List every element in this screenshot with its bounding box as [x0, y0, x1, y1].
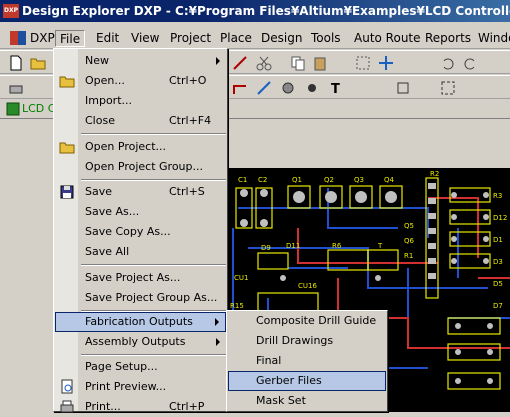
open-folder-icon [59, 76, 75, 88]
pcb-designator-label: C1 [238, 176, 247, 184]
file-menu-new[interactable]: New [55, 51, 226, 71]
file-menu-open[interactable]: Open... Ctrl+O [55, 71, 226, 91]
file-menu-import[interactable]: Import... [55, 91, 226, 111]
submenu-composite-drill-guide[interactable]: Composite Drill Guide [228, 311, 386, 331]
pcb-designator-label: D7 [493, 302, 503, 310]
redo-icon[interactable] [462, 55, 478, 71]
dxp-app-icon: DXP [3, 4, 19, 18]
file-menu-fabrication-outputs[interactable]: Fabrication Outputs [55, 312, 226, 332]
printer-icon [60, 400, 74, 413]
pcb-designator-label: D5 [493, 280, 503, 288]
pcb-designator-label: Q6 [404, 237, 415, 245]
menu-window[interactable]: Window [474, 30, 510, 47]
cut-icon[interactable] [256, 55, 272, 71]
pcb-designator-label: CU16 [298, 282, 317, 290]
place-line-icon[interactable] [256, 80, 272, 96]
window-title: Design Explorer DXP - C:¥Program Files¥A… [22, 4, 510, 18]
pcb-designator-label: Q2 [324, 176, 334, 184]
menu-tools[interactable]: Tools [307, 30, 345, 47]
paste-icon[interactable] [312, 55, 328, 71]
submenu-final[interactable]: Final [228, 351, 386, 371]
menu-bar: DXP File Edit View Project Place Design … [0, 27, 510, 49]
file-menu-print-preview[interactable]: Print Preview... [55, 377, 226, 397]
pcb-designator-label: D3 [493, 258, 503, 266]
select-icon[interactable] [355, 55, 371, 71]
pcb-designator-label: R3 [493, 192, 502, 200]
pcb-designator-label: Q1 [292, 176, 302, 184]
open-project-icon [59, 142, 75, 154]
menu-file[interactable]: File [55, 30, 86, 47]
file-menu-open-project-group[interactable]: Open Project Group... [55, 157, 226, 177]
print-icon[interactable] [8, 80, 24, 96]
file-menu-save-all[interactable]: Save All [55, 242, 226, 262]
menu-reports[interactable]: Reports [421, 30, 475, 47]
route-icon[interactable] [232, 55, 248, 71]
pcb-designator-label: D11 [286, 242, 300, 250]
title-bar: DXP Design Explorer DXP - C:¥Program Fil… [0, 0, 510, 22]
menu-view[interactable]: View [127, 30, 163, 47]
pcb-designator-label: R2 [430, 170, 439, 178]
file-menu-print[interactable]: Print... Ctrl+P [55, 397, 226, 417]
menu-design[interactable]: Design [257, 30, 306, 47]
pcb-designator-label: D9 [261, 244, 271, 252]
file-menu-save[interactable]: Save Ctrl+S [55, 182, 226, 202]
place-string-icon[interactable]: T [328, 80, 344, 96]
file-menu-close[interactable]: Close Ctrl+F4 [55, 111, 226, 131]
copy-icon[interactable] [290, 55, 306, 71]
svg-text:T: T [331, 82, 340, 96]
undo-icon[interactable] [440, 55, 456, 71]
pcb-designator-label: D1 [493, 236, 503, 244]
pcb-designator-label: R6 [332, 242, 342, 250]
menu-project[interactable]: Project [166, 30, 215, 47]
open-folder-icon[interactable] [30, 55, 46, 71]
print-preview-icon [61, 379, 73, 394]
file-menu-assembly-outputs[interactable]: Assembly Outputs [55, 332, 226, 352]
file-menu-save-as[interactable]: Save As... [55, 202, 226, 222]
pcb-designator-label: R15 [230, 302, 244, 310]
place-component-icon[interactable] [395, 80, 411, 96]
place-via-icon[interactable] [280, 80, 296, 96]
menu-auto-route[interactable]: Auto Route [350, 30, 425, 47]
pcb-designator-label: D12 [493, 214, 507, 222]
pcb-designator-label: Q4 [384, 176, 395, 184]
move-icon[interactable] [378, 55, 394, 71]
interactive-route-icon[interactable] [232, 80, 248, 96]
pcb-designator-label: T [377, 242, 383, 250]
file-menu-save-project-group-as[interactable]: Save Project Group As... [55, 288, 226, 308]
menu-dxp[interactable]: DXP [26, 30, 59, 47]
pcb-document-icon [6, 102, 20, 116]
submenu-mask-set[interactable]: Mask Set [228, 391, 386, 411]
menu-place[interactable]: Place [216, 30, 256, 47]
menu-edit[interactable]: Edit [92, 30, 123, 47]
pcb-designator-label: R1 [404, 252, 413, 260]
file-menu-save-project-as[interactable]: Save Project As... [55, 268, 226, 288]
pcb-designator-label: Q5 [404, 222, 414, 230]
menu-separator [81, 264, 226, 266]
file-menu-page-setup[interactable]: Page Setup... [55, 357, 226, 377]
pcb-designator-label: C2 [258, 176, 267, 184]
menu-separator [81, 354, 226, 356]
menu-separator [81, 179, 226, 181]
save-disk-icon [60, 185, 74, 199]
file-menu-open-project[interactable]: Open Project... [55, 137, 226, 157]
menu-separator [81, 133, 226, 135]
dxp-logo-icon[interactable] [10, 31, 26, 45]
submenu-gerber-files[interactable]: Gerber Files [228, 371, 386, 391]
pcb-designator-label: CU1 [234, 274, 248, 282]
fabrication-outputs-submenu: Composite Drill Guide Drill Drawings Fin… [226, 310, 388, 412]
place-pad-icon[interactable] [304, 80, 320, 96]
place-polygon-icon[interactable] [440, 80, 456, 96]
file-menu-dropdown: New Open... Ctrl+O Import... Close Ctrl+… [53, 48, 228, 413]
pcb-designator-label: Q3 [354, 176, 364, 184]
submenu-drill-drawings[interactable]: Drill Drawings [228, 331, 386, 351]
file-menu-save-copy-as[interactable]: Save Copy As... [55, 222, 226, 242]
new-document-icon[interactable] [8, 55, 24, 71]
